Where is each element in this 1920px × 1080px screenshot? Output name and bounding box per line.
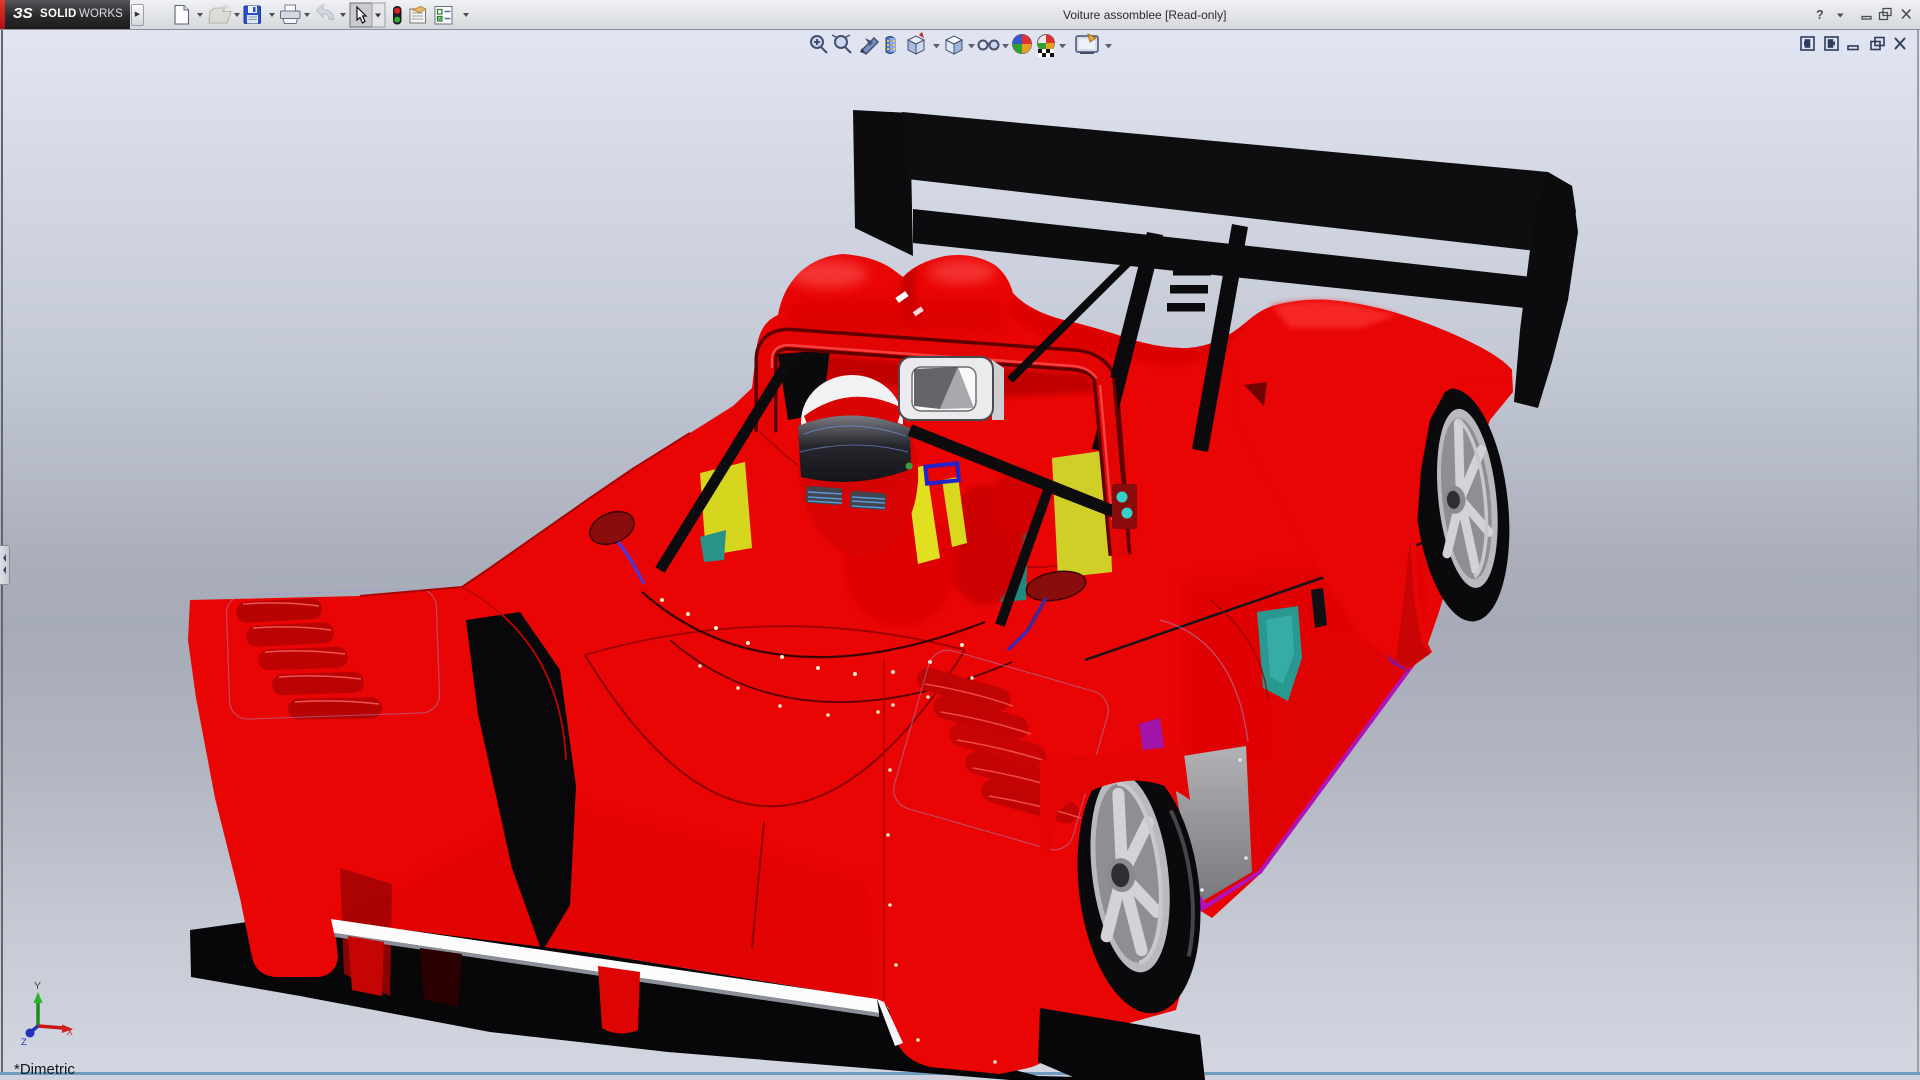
svg-text:X: X bbox=[67, 1027, 74, 1038]
svg-text:Y: Y bbox=[34, 980, 41, 992]
svg-text:?: ? bbox=[1816, 8, 1824, 22]
svg-text:Z: Z bbox=[21, 1037, 27, 1047]
